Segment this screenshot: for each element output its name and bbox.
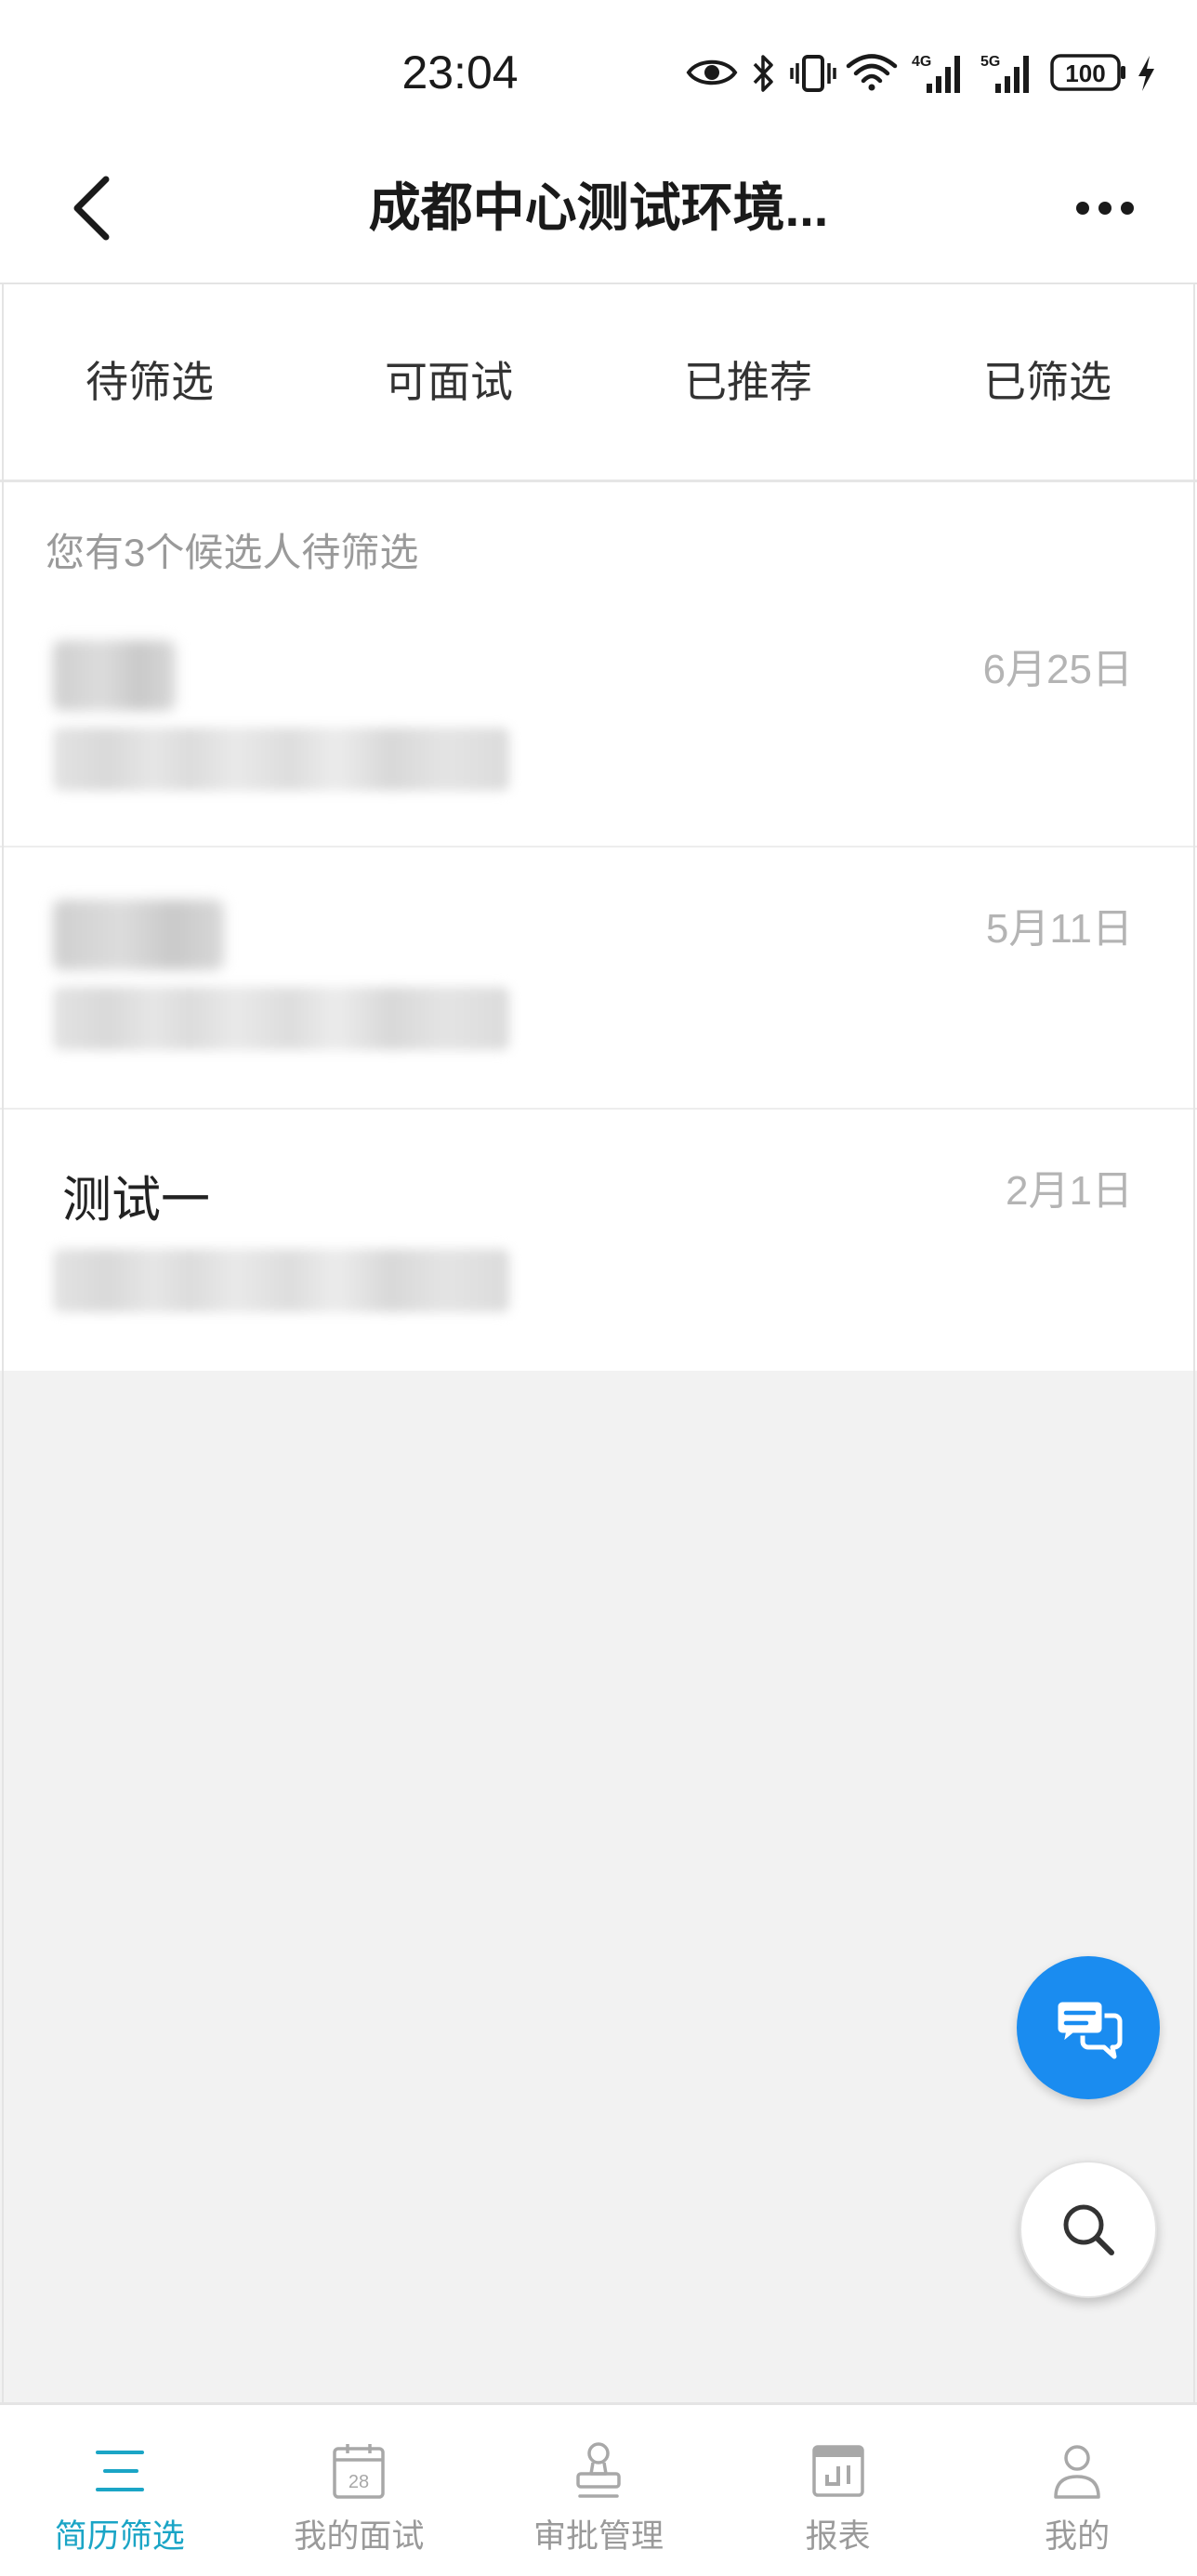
candidate-list: 您有3个候选人待筛选 6月25日 5月11日 测试一 2月1日 [0,482,1197,1371]
list-item[interactable]: 6月25日 [0,588,1197,848]
vibrate-icon [790,55,836,92]
battery-level: 100 [1065,59,1105,87]
list-item[interactable]: 5月11日 [0,848,1197,1110]
signal-4g-icon: 4G [912,54,960,93]
obscured-candidate-detail [53,728,509,791]
wifi-icon [846,54,898,91]
eye-icon [686,59,738,85]
candidate-date: 5月11日 [985,906,1133,952]
nav-item-profile[interactable]: 我的 [957,2405,1197,2576]
battery-icon: 100 [1050,54,1125,91]
search-button[interactable] [1019,2161,1157,2298]
back-button[interactable] [69,175,115,242]
filter-tabs: 待筛选 可面试 已推荐 已筛选 [0,284,1197,482]
network-4g-label: 4G [912,54,931,70]
calendar-date-label: 28 [349,2472,369,2492]
search-icon [1063,2204,1114,2255]
candidate-name: 测试一 [62,1173,210,1228]
nav-item-approval-management[interactable]: 审批管理 [479,2405,718,2576]
page-title: 成都中心测试环境... [368,178,829,237]
tab-interviewable[interactable]: 可面试 [299,284,598,480]
obscured-candidate-detail [53,1249,509,1312]
more-button[interactable] [1072,195,1138,221]
signal-5g-icon: 5G [980,54,1029,93]
nav-item-resume-screening[interactable]: 简历筛选 [0,2405,240,2576]
obscured-candidate-name [53,900,224,970]
empty-area [0,1371,1197,2402]
tab-recommended[interactable]: 已推荐 [598,284,898,480]
nav-label: 我的面试 [294,2518,425,2555]
person-icon [1047,2441,1107,2501]
report-icon [809,2441,868,2501]
list-icon [90,2441,150,2501]
more-dots-icon [1076,202,1134,215]
calendar-icon: 28 [329,2441,388,2501]
pending-hint: 您有3个候选人待筛选 [46,531,419,574]
status-time: 23:04 [401,46,519,99]
list-item[interactable]: 测试一 2月1日 [0,1110,1197,1371]
tab-pending-screening[interactable]: 待筛选 [0,284,299,480]
bluetooth-icon [753,55,773,92]
candidate-date: 2月1日 [1006,1168,1133,1214]
status-bar: 23:04 4G 5G 100 [0,0,1197,139]
obscured-candidate-name [53,640,176,711]
stamp-icon [569,2441,628,2501]
nav-label: 简历筛选 [54,2518,185,2555]
nav-item-reports[interactable]: 报表 [718,2405,958,2576]
nav-item-my-interviews[interactable]: 28 我的面试 [240,2405,480,2576]
chat-button[interactable] [1017,1956,1160,2099]
chat-bubbles-icon [1055,1999,1123,2059]
nav-label: 审批管理 [533,2518,664,2555]
nav-label: 报表 [805,2518,871,2555]
bottom-nav: 简历筛选 28 我的面试 审批管理 报表 我的 [0,2402,1197,2576]
obscured-candidate-detail [53,987,509,1050]
app-screen: 23:04 4G 5G 100 成都中心测试环境... 待筛选 可面试 已推荐 … [0,0,1197,2576]
network-5g-label: 5G [980,54,1000,70]
tab-screened[interactable]: 已筛选 [898,284,1197,480]
nav-label: 我的 [1045,2518,1111,2555]
candidate-date: 6月25日 [982,647,1133,692]
charging-icon [1138,56,1154,91]
app-header: 成都中心测试环境... [0,139,1197,284]
